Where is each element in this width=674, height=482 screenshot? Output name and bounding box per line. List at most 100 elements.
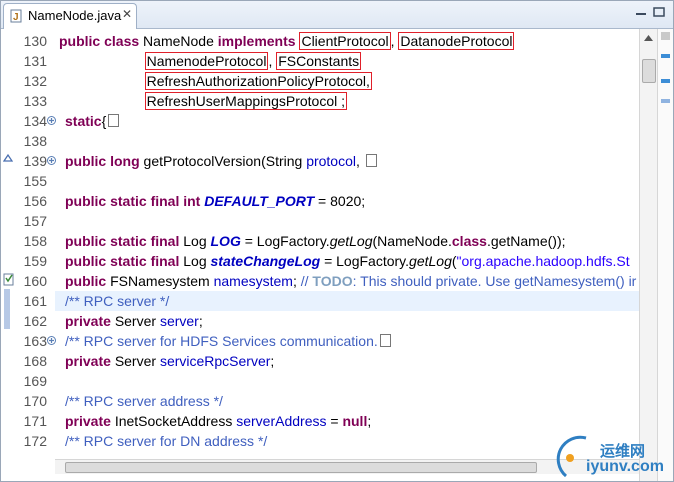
- line-number-gutter: 130 131 132 133 134 138 139 155 156 157 158 159 160 1…: [1, 29, 56, 481]
- code-token: DEFAULT_PORT: [204, 193, 315, 209]
- ruler-marker: [661, 54, 670, 58]
- code-token: getLog: [409, 253, 452, 269]
- line-number: 172: [23, 433, 47, 449]
- code-token: TODO: [312, 273, 353, 289]
- code-line[interactable]: public static final Log stateChangeLog =…: [55, 251, 639, 271]
- tab-bar: J NameNode.java ✕: [1, 1, 673, 29]
- vertical-scrollbar[interactable]: [639, 29, 657, 481]
- code-token: ;: [198, 313, 203, 329]
- maximize-icon[interactable]: [653, 7, 665, 17]
- code-token: stateChangeLog: [210, 253, 321, 269]
- code-token: private: [65, 413, 115, 429]
- code-token: public static final int: [65, 193, 205, 209]
- code-line[interactable]: RefreshUserMappingsProtocol ;: [55, 91, 639, 111]
- code-token: public long: [65, 153, 144, 169]
- highlighted-interface: ClientProtocol: [299, 32, 391, 50]
- code-token: serverAddress: [236, 413, 327, 429]
- code-token: private: [65, 313, 115, 329]
- code-token: class: [451, 233, 487, 249]
- code-line[interactable]: public long getProtocolVersion(String pr…: [55, 151, 639, 171]
- code-line[interactable]: private InetSocketAddress serverAddress …: [55, 411, 639, 431]
- code-token: /** RPC server for DN address */: [65, 433, 268, 449]
- code-line[interactable]: public static final Log LOG = LogFactory…: [55, 231, 639, 251]
- line-number: 171: [23, 413, 47, 429]
- code-line[interactable]: private Server serviceRpcServer;: [55, 351, 639, 371]
- selection-marker: [4, 289, 10, 329]
- code-token: ;: [270, 353, 275, 369]
- code-token: = LogFactory.: [240, 233, 330, 249]
- line-number: 161: [23, 293, 47, 309]
- code-line[interactable]: NamenodeProtocol, FSConstants: [55, 51, 639, 71]
- highlighted-interface: FSConstants: [276, 52, 362, 70]
- line-number: 168: [23, 353, 47, 369]
- code-token: getProtocolVersion(String: [143, 153, 307, 169]
- minimize-icon[interactable]: [635, 7, 647, 17]
- line-number: 138: [23, 133, 47, 149]
- collapsed-block-icon[interactable]: [365, 154, 377, 167]
- code-line[interactable]: /** RPC server */: [55, 291, 639, 311]
- line-number: 134: [23, 113, 47, 129]
- code-token: ;: [367, 413, 372, 429]
- code-token: public static final: [65, 253, 184, 269]
- code-line[interactable]: [55, 171, 639, 191]
- code-line[interactable]: /** RPC server for DN address */: [55, 431, 639, 451]
- scroll-up-arrow-icon[interactable]: [643, 34, 654, 42]
- code-token: null: [342, 413, 368, 429]
- code-line[interactable]: public FSNamesystem namesystem; // TODO:…: [55, 271, 639, 291]
- line-number: 139: [23, 153, 47, 169]
- collapsed-block-icon[interactable]: [379, 334, 391, 347]
- line-number: 133: [23, 93, 47, 109]
- code-editor[interactable]: public class NameNode implements ClientP…: [55, 29, 639, 481]
- code-line[interactable]: [55, 371, 639, 391]
- code-token: /** RPC server */: [65, 293, 170, 309]
- line-number: 157: [23, 213, 47, 229]
- scroll-thumb[interactable]: [642, 59, 656, 83]
- code-token: //: [300, 273, 313, 289]
- code-token: LOG: [210, 233, 241, 249]
- code-token: Server: [114, 353, 160, 369]
- highlighted-interface: RefreshAuthorizationPolicyProtocol,: [144, 72, 372, 90]
- java-file-icon: J: [10, 9, 22, 23]
- line-number: 132: [23, 73, 47, 89]
- code-line[interactable]: public class NameNode implements ClientP…: [55, 31, 639, 51]
- highlighted-interface: NamenodeProtocol: [144, 52, 269, 70]
- task-marker-icon: [3, 273, 14, 286]
- line-number: 170: [23, 393, 47, 409]
- code-token: protocol: [306, 153, 356, 169]
- code-line[interactable]: static{: [55, 111, 639, 131]
- code-token: ;: [292, 273, 301, 289]
- code-line[interactable]: private Server server;: [55, 311, 639, 331]
- h-scroll-thumb[interactable]: [65, 462, 537, 473]
- code-token: ,: [356, 153, 364, 169]
- code-line[interactable]: public static final int DEFAULT_PORT = 8…: [55, 191, 639, 211]
- code-token: FSNamesystem: [110, 273, 214, 289]
- collapsed-block-icon[interactable]: [108, 114, 120, 127]
- code-line[interactable]: /** RPC server for HDFS Services communi…: [55, 331, 639, 351]
- code-token: namesystem: [213, 273, 293, 289]
- code-token: public class: [59, 33, 144, 49]
- code-token: NameNode: [143, 33, 218, 49]
- code-line[interactable]: RefreshAuthorizationPolicyProtocol,: [55, 71, 639, 91]
- code-line[interactable]: [55, 131, 639, 151]
- highlighted-interface: DatanodeProtocol: [398, 32, 515, 50]
- code-token: "org.apache.hadoop.hdfs.St: [456, 253, 630, 269]
- overview-ruler[interactable]: [657, 29, 673, 481]
- tab-namenode-java[interactable]: J NameNode.java ✕: [3, 3, 137, 29]
- close-tab-icon[interactable]: ✕: [122, 7, 132, 21]
- code-line[interactable]: /** RPC server address */: [55, 391, 639, 411]
- code-token: server: [159, 313, 199, 329]
- line-number: 163: [23, 333, 47, 349]
- svg-text:J: J: [13, 12, 19, 23]
- horizontal-scrollbar[interactable]: [55, 459, 639, 474]
- code-line[interactable]: [55, 211, 639, 231]
- ruler-marker: [661, 99, 670, 103]
- line-number: 130: [23, 33, 47, 49]
- code-token: Server: [114, 313, 160, 329]
- code-token: : This should private. Use getNamesystem…: [352, 273, 637, 289]
- code-token: Log: [183, 253, 211, 269]
- code-token: implements: [217, 33, 300, 49]
- code-token: public: [65, 273, 111, 289]
